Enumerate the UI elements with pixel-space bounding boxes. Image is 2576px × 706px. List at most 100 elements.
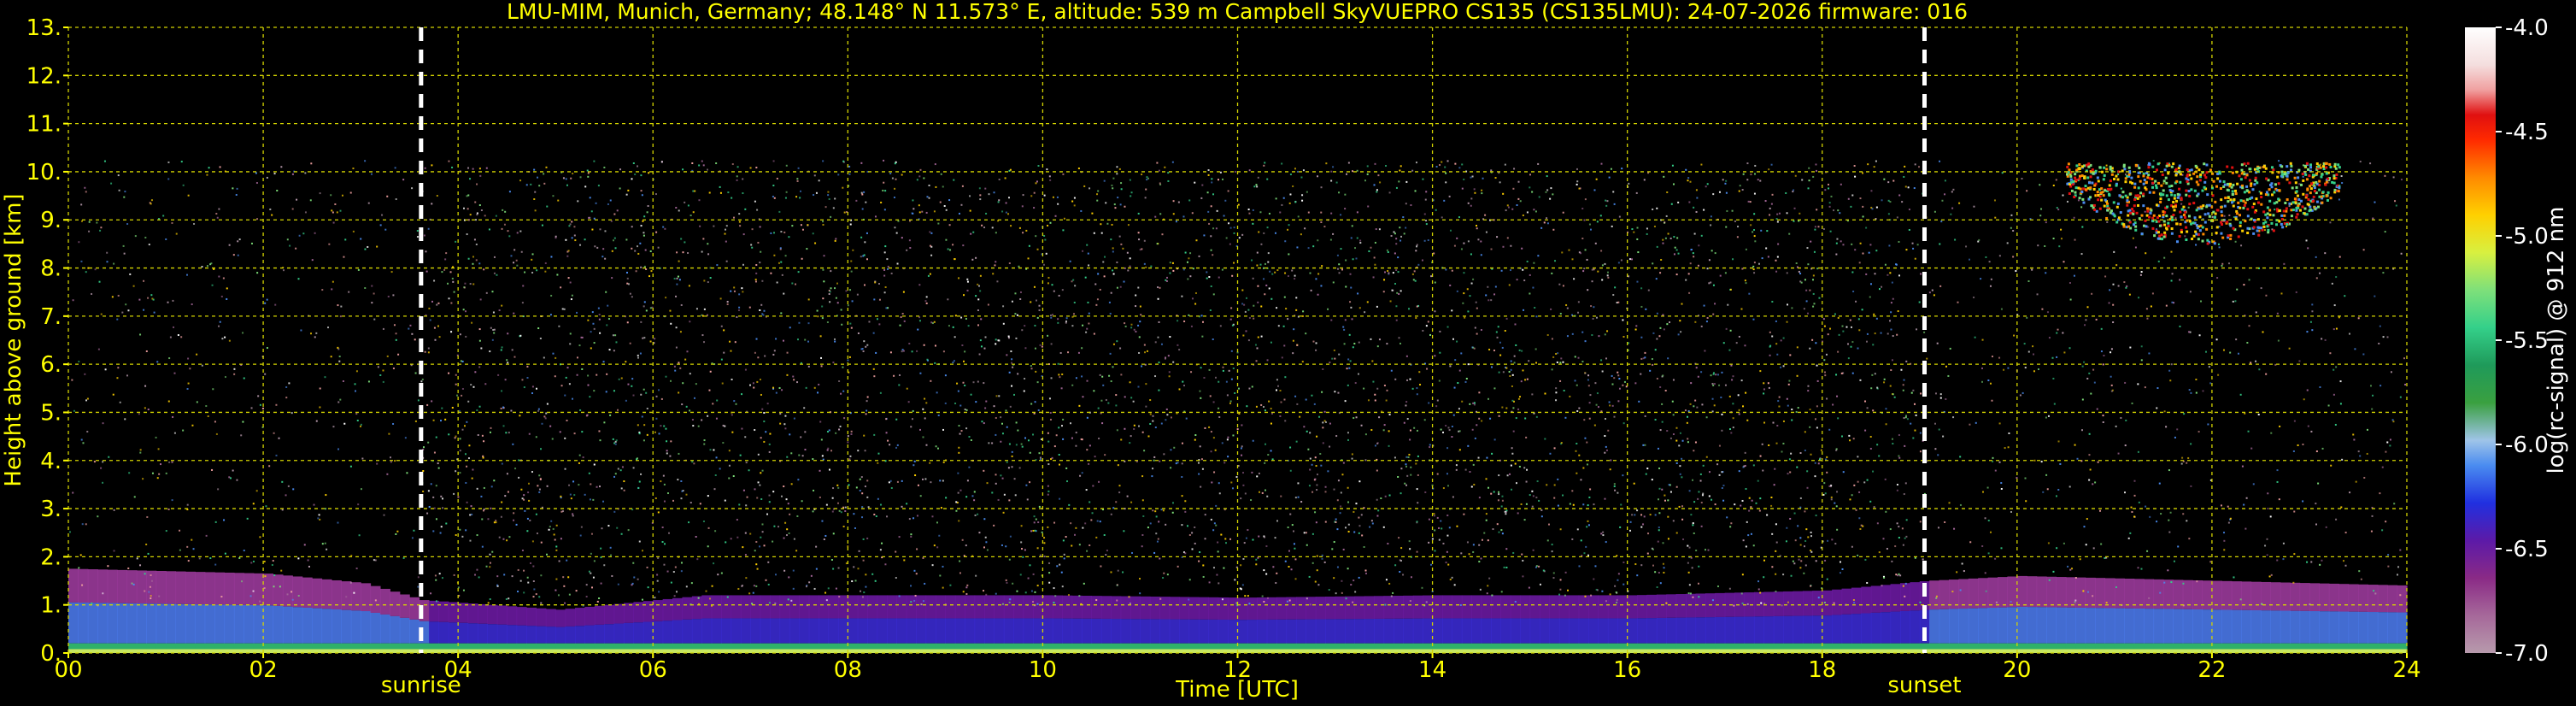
surface-band-slice xyxy=(1558,649,1570,653)
noise-speck xyxy=(1390,235,1393,238)
noise-speck xyxy=(1834,313,1836,315)
bl-core-slice xyxy=(1130,619,1141,644)
noise-speck xyxy=(1485,519,1488,521)
noise-speck xyxy=(728,477,731,479)
noise-speck xyxy=(1958,202,1961,204)
noise-speck xyxy=(1200,458,1203,461)
noise-speck xyxy=(861,208,864,210)
noise-speck xyxy=(1078,544,1081,546)
noise-speck xyxy=(1600,532,1603,535)
noise-speck xyxy=(1462,302,1464,304)
noise-speck xyxy=(1701,403,1704,406)
noise-speck xyxy=(1245,537,1247,539)
bl-core-slice xyxy=(2144,609,2155,644)
noise-speck xyxy=(772,195,774,197)
noise-speck xyxy=(543,356,545,359)
noise-speck xyxy=(627,189,630,191)
noise-speck xyxy=(1898,526,1900,528)
noise-speck xyxy=(1544,392,1546,395)
surface-band-slice xyxy=(896,649,907,653)
surface-band-slice xyxy=(1987,649,1998,653)
noise-speck xyxy=(1606,200,1609,203)
noise-speck xyxy=(1613,203,1616,205)
noise-speck xyxy=(1774,468,1776,470)
bl-core-slice xyxy=(2104,608,2115,644)
surface-band-slice xyxy=(1540,649,1551,653)
noise-speck xyxy=(742,233,745,236)
surface-band-slice xyxy=(2173,649,2184,653)
noise-speck xyxy=(1383,385,1386,387)
bl-upper-slice xyxy=(1140,596,1151,620)
noise-speck xyxy=(1771,193,1774,196)
noise-speck xyxy=(845,290,848,292)
noise-speck xyxy=(983,518,986,521)
noise-speck xyxy=(806,248,808,250)
surface-band-slice xyxy=(214,649,226,653)
surface-layer-slice xyxy=(2397,643,2408,650)
noise-speck xyxy=(1397,256,1399,259)
noise-speck xyxy=(2047,542,2050,544)
noise-speck xyxy=(615,341,618,344)
surface-layer-slice xyxy=(1851,643,1862,650)
noise-speck xyxy=(754,550,756,552)
noise-speck xyxy=(1695,367,1698,369)
noise-speck xyxy=(579,176,582,179)
bl-upper-slice xyxy=(2357,584,2368,612)
noise-speck xyxy=(501,346,503,349)
noise-speck xyxy=(2144,210,2146,213)
noise-speck xyxy=(1528,586,1530,589)
noise-speck xyxy=(146,515,149,518)
noise-speck xyxy=(1429,444,1431,446)
noise-speck xyxy=(386,473,389,475)
surface-band-slice xyxy=(341,649,352,653)
bl-core-slice xyxy=(1432,618,1443,644)
noise-speck xyxy=(1088,264,1090,267)
noise-speck xyxy=(1549,452,1552,455)
surface-layer-slice xyxy=(983,643,995,650)
noise-speck xyxy=(699,503,701,505)
bl-upper-slice xyxy=(1412,595,1423,619)
noise-speck xyxy=(1395,319,1398,321)
noise-speck xyxy=(955,501,958,503)
noise-speck xyxy=(196,401,198,403)
noise-speck xyxy=(1063,557,1065,560)
noise-speck xyxy=(1640,357,1643,360)
noise-speck xyxy=(773,232,776,234)
noise-speck xyxy=(789,513,791,515)
noise-speck xyxy=(1497,326,1499,328)
noise-speck xyxy=(1344,527,1347,529)
noise-speck xyxy=(952,326,954,328)
noise-speck xyxy=(2279,425,2281,427)
noise-speck xyxy=(1763,382,1765,385)
noise-speck xyxy=(616,409,619,411)
noise-speck xyxy=(899,324,901,327)
noise-speck xyxy=(861,492,864,495)
noise-speck xyxy=(1776,353,1779,356)
noise-speck xyxy=(1266,597,1269,599)
noise-speck xyxy=(934,362,936,364)
noise-speck xyxy=(495,519,497,521)
surface-band-slice xyxy=(906,649,917,653)
noise-speck xyxy=(1572,503,1575,506)
noise-speck xyxy=(1421,259,1423,262)
noise-speck xyxy=(1560,357,1563,360)
noise-speck xyxy=(850,260,853,262)
noise-speck xyxy=(1408,453,1411,456)
noise-speck xyxy=(1643,179,1646,181)
noise-speck xyxy=(2374,295,2376,297)
noise-speck xyxy=(596,485,598,488)
noise-speck xyxy=(441,497,443,500)
noise-speck xyxy=(973,499,976,502)
bl-core-slice xyxy=(1208,619,1219,644)
noise-speck xyxy=(2311,303,2314,306)
noise-speck xyxy=(1260,243,1263,245)
bl-upper-slice xyxy=(1188,597,1200,620)
noise-speck xyxy=(1006,581,1008,584)
noise-speck xyxy=(581,431,584,433)
noise-speck xyxy=(168,461,171,463)
noise-speck xyxy=(1320,285,1323,287)
noise-speck xyxy=(1002,322,1005,325)
bl-upper-slice xyxy=(2348,584,2359,612)
noise-speck xyxy=(1978,238,1980,241)
noise-speck xyxy=(1744,344,1746,347)
